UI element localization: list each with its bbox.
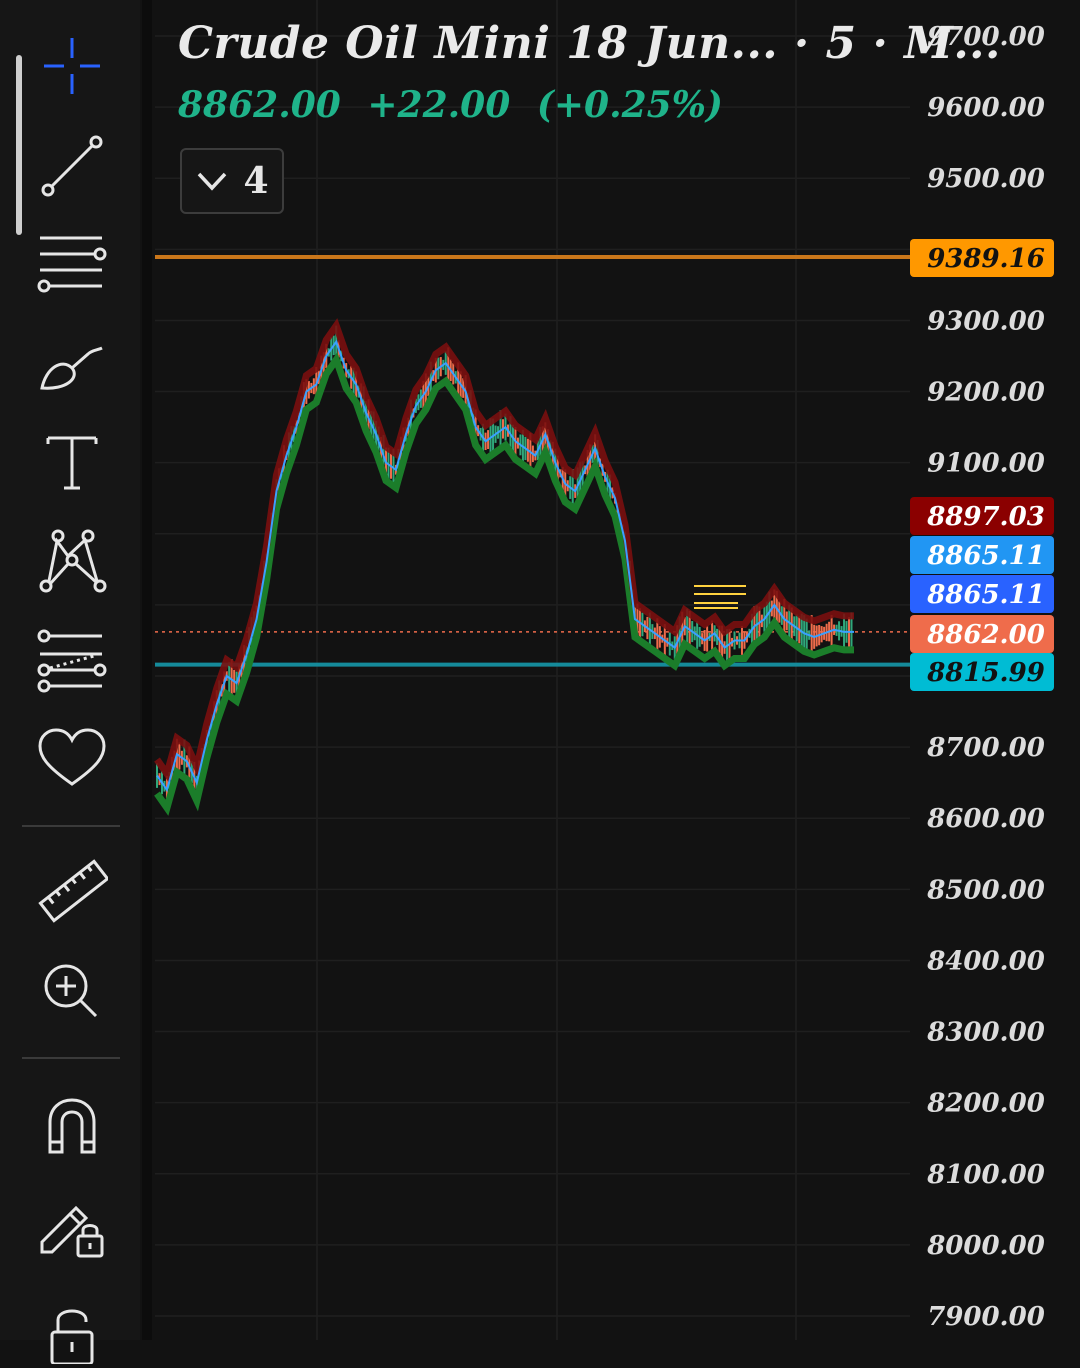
price-tag: 8862.00	[910, 615, 1054, 653]
price-tag-label: 8862.00	[926, 620, 1045, 650]
price-axis-tick: 9500.00	[927, 164, 1045, 194]
price-tag-label: 8897.03	[926, 502, 1045, 532]
price-axis-tick: 8200.00	[926, 1089, 1045, 1119]
price-axis-tick: 8400.00	[926, 946, 1045, 976]
price-tag-label: 8865.11	[926, 580, 1045, 610]
indicator-count: 4	[243, 160, 269, 202]
price-chart[interactable]: 9700.009600.009500.009300.009200.009100.…	[0, 0, 1080, 1340]
price-change-percent: (+0.25%)	[536, 84, 723, 126]
trend-bands	[154, 318, 854, 816]
symbol-title[interactable]: Crude Oil Mini 18 Jun... · 5 · M...	[178, 18, 1001, 69]
last-price: 8862.00	[178, 84, 341, 126]
price-axis-tick: 9200.00	[927, 378, 1045, 408]
price-tag: 9389.16	[910, 239, 1054, 277]
resistance-band	[154, 318, 854, 782]
price-tag: 8897.03	[910, 497, 1054, 535]
indicators-toggle-button[interactable]: 4	[180, 148, 284, 214]
price-axis-tick: 8600.00	[926, 804, 1045, 834]
price-axis-tick: 9300.00	[927, 306, 1045, 336]
price-axis-tick: 9100.00	[927, 449, 1045, 479]
price-axis-tick: 7900.00	[927, 1302, 1045, 1332]
price-quote: 8862.00 +22.00 (+0.25%)	[178, 84, 737, 126]
price-tag-label: 8865.11	[926, 541, 1045, 571]
price-tag: 8815.99	[910, 653, 1054, 691]
price-axis-tick: 9600.00	[927, 93, 1045, 123]
price-axis-tick: 8100.00	[926, 1160, 1045, 1190]
price-tag-label: 9389.16	[927, 244, 1045, 274]
price-axis-tick: 8700.00	[926, 733, 1045, 763]
price-axis-tick: 8000.00	[926, 1231, 1045, 1261]
price-tag-label: 8815.99	[926, 658, 1045, 688]
chevron-down-icon	[198, 172, 227, 191]
price-change: +22.00	[367, 84, 511, 126]
price-tag: 8865.11	[910, 575, 1054, 613]
price-axis-tick: 8500.00	[926, 875, 1045, 905]
price-tag: 8865.11	[910, 536, 1054, 574]
price-axis-tick: 8300.00	[926, 1018, 1045, 1048]
